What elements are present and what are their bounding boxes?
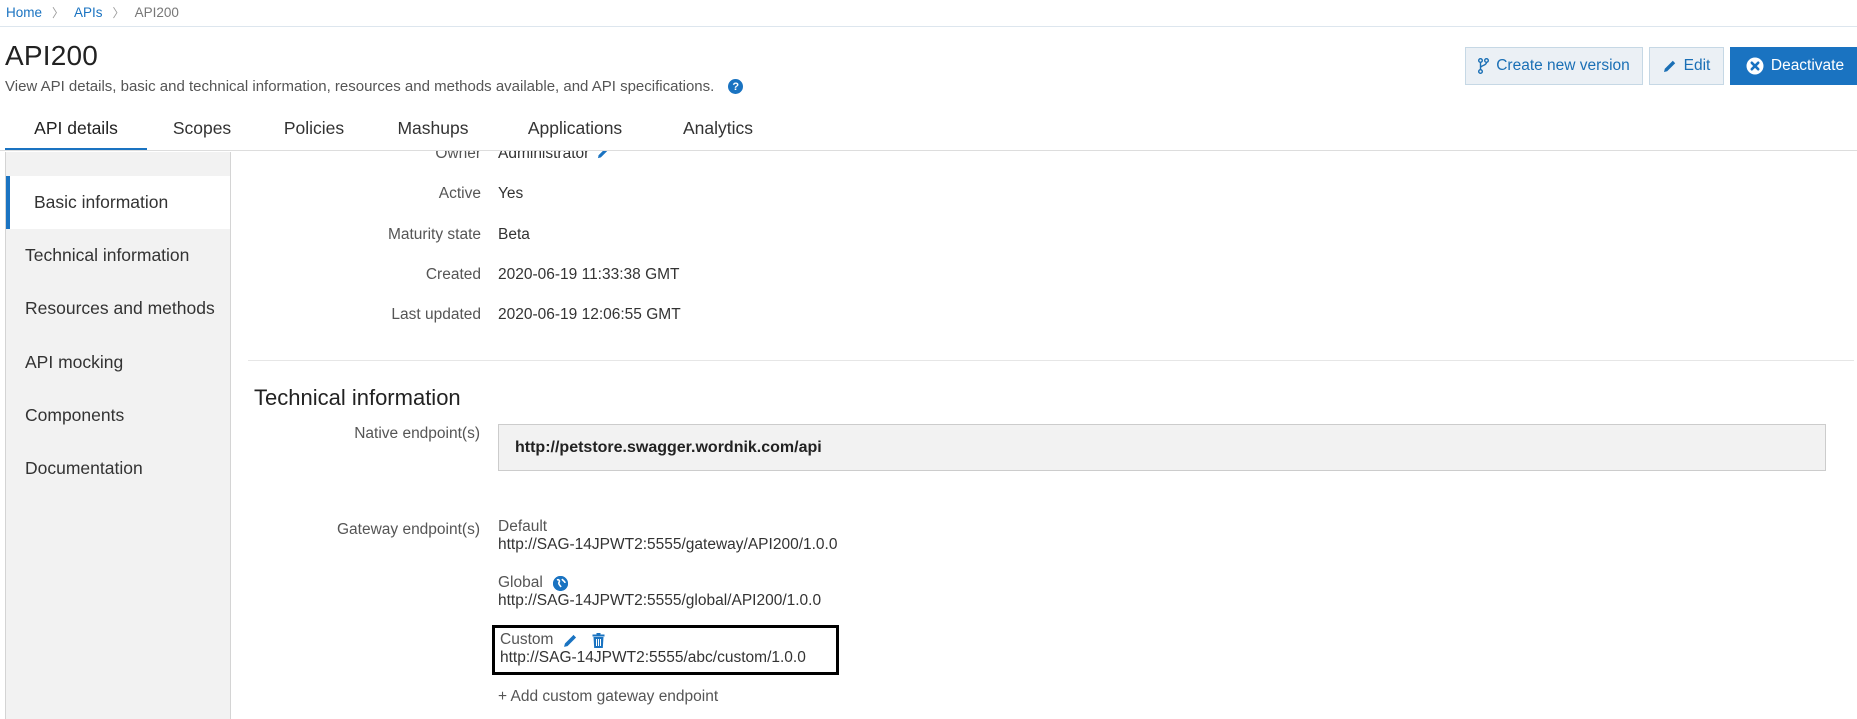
tab-analytics[interactable]: Analytics (655, 112, 781, 151)
technical-information-heading: Technical information (254, 385, 461, 410)
maturity-state-label: Maturity state (387, 226, 481, 243)
gateway-custom-url: http://SAG-14JPWT2:5555/abc/custom/1.0.0 (500, 649, 806, 666)
page-title: API200 (5, 40, 99, 71)
created-label: Created (425, 266, 481, 283)
gateway-default-name: Default (498, 518, 548, 535)
sidebar-item-api-mocking[interactable]: API mocking (6, 336, 230, 389)
gateway-endpoint-custom: Custom http://SAG-14JPWT2:5555/abc/custo… (492, 625, 839, 675)
pencil-icon[interactable] (563, 633, 578, 648)
deactivate-button[interactable]: Deactivate (1730, 47, 1857, 85)
tab-applications[interactable]: Applications (495, 112, 655, 151)
created-value: 2020-06-19 11:33:38 GMT (498, 266, 680, 283)
trash-icon[interactable] (592, 632, 605, 648)
edit-label: Edit (1683, 57, 1711, 74)
branch-icon (1478, 58, 1490, 74)
owner-value-text: Administrator (498, 151, 590, 162)
sidebar: Basic information Technical information … (5, 152, 231, 719)
active-label: Active (438, 185, 481, 202)
create-new-version-button[interactable]: Create new version (1465, 47, 1643, 85)
sidebar-item-documentation[interactable]: Documentation (6, 442, 230, 495)
breadcrumb: Home 〉 APIs 〉 API200 (6, 4, 179, 21)
sidebar-item-technical-information[interactable]: Technical information (6, 229, 230, 282)
pencil-icon (1663, 59, 1677, 73)
add-custom-gateway-endpoint-link[interactable]: + Add custom gateway endpoint (498, 688, 718, 706)
edit-button[interactable]: Edit (1649, 47, 1724, 85)
close-circle-icon (1746, 57, 1764, 75)
gateway-endpoint-global: Global http://SAG-14JPWT2:5555/global/AP… (498, 574, 821, 610)
deactivate-label: Deactivate (1770, 57, 1845, 74)
tab-policies[interactable]: Policies (257, 112, 371, 151)
tab-scopes[interactable]: Scopes (147, 112, 257, 151)
tab-bar: API details Scopes Policies Mashups Appl… (5, 112, 781, 151)
edit-owner-icon[interactable] (597, 151, 610, 162)
breadcrumb-apis[interactable]: APIs (74, 5, 103, 20)
last-updated-value: 2020-06-19 12:06:55 GMT (498, 306, 681, 323)
gateway-default-url: http://SAG-14JPWT2:5555/gateway/API200/1… (498, 536, 838, 553)
breadcrumb-separator: 〉 (52, 6, 65, 20)
gateway-global-name: Global (498, 574, 543, 591)
gateway-custom-name-row: Custom (500, 631, 836, 649)
owner-label: Owner (435, 151, 481, 162)
gateway-endpoint-label: Gateway endpoint(s) (336, 521, 480, 538)
last-updated-label: Last updated (391, 306, 481, 323)
gateway-endpoint-default: Default http://SAG-14JPWT2:5555/gateway/… (498, 518, 837, 554)
page-description: View API details, basic and technical in… (5, 78, 744, 95)
sidebar-item-components[interactable]: Components (6, 389, 230, 442)
tab-mashups[interactable]: Mashups (371, 112, 495, 151)
native-endpoint-value: http://petstore.swagger.wordnik.com/api (498, 424, 1826, 471)
gateway-custom-name: Custom (500, 631, 554, 648)
owner-value: Administrator (498, 151, 610, 163)
breadcrumb-current: API200 (134, 5, 179, 20)
header-divider (0, 26, 1857, 27)
sidebar-item-basic-information[interactable]: Basic information (6, 176, 230, 229)
create-new-version-label: Create new version (1496, 57, 1630, 74)
section-divider (248, 360, 1854, 361)
native-endpoint-label: Native endpoint(s) (354, 425, 480, 442)
tab-api-details[interactable]: API details (5, 112, 147, 151)
globe-icon (552, 575, 568, 591)
page-description-text: View API details, basic and technical in… (5, 78, 715, 95)
breadcrumb-separator: 〉 (112, 6, 125, 20)
maturity-state-value: Beta (498, 226, 530, 243)
breadcrumb-home[interactable]: Home (6, 5, 42, 20)
gateway-global-name-row: Global (498, 574, 821, 592)
gateway-global-url: http://SAG-14JPWT2:5555/global/API200/1.… (498, 592, 822, 609)
active-value: Yes (498, 185, 524, 202)
help-icon[interactable]: ? (728, 79, 744, 94)
sidebar-item-resources-and-methods[interactable]: Resources and methods (6, 282, 230, 335)
